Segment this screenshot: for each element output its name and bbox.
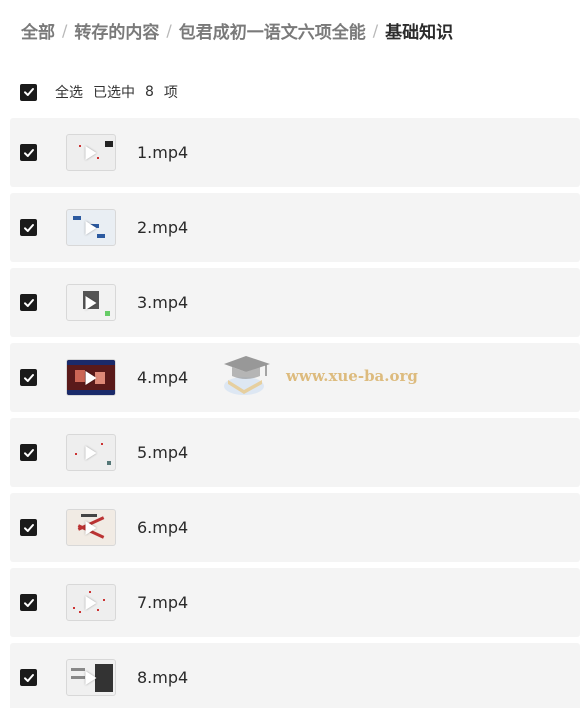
play-icon	[85, 595, 97, 610]
file-name[interactable]: 1.mp4	[137, 143, 188, 162]
file-checkbox[interactable]	[20, 669, 37, 686]
video-thumbnail[interactable]	[66, 584, 116, 621]
file-name[interactable]: 7.mp4	[137, 593, 188, 612]
checkmark-icon	[23, 223, 34, 232]
breadcrumb-item-all[interactable]: 全部	[21, 18, 55, 43]
file-checkbox[interactable]	[20, 444, 37, 461]
selected-count: 8	[145, 84, 154, 100]
file-name[interactable]: 4.mp4	[137, 368, 188, 387]
video-thumbnail[interactable]	[66, 509, 116, 546]
breadcrumb-separator: /	[62, 21, 68, 40]
checkmark-icon	[23, 88, 34, 96]
play-icon	[85, 520, 97, 535]
file-row[interactable]: 3.mp4	[10, 268, 580, 337]
file-name[interactable]: 2.mp4	[137, 218, 188, 237]
play-icon	[85, 445, 97, 460]
play-icon	[85, 370, 97, 385]
checkmark-icon	[23, 148, 34, 157]
file-name[interactable]: 5.mp4	[137, 443, 188, 462]
selected-prefix: 已选中	[93, 85, 135, 101]
breadcrumb-separator: /	[166, 21, 172, 40]
play-icon	[85, 220, 97, 235]
file-name[interactable]: 3.mp4	[137, 293, 188, 312]
checkmark-icon	[23, 673, 34, 682]
video-thumbnail[interactable]	[66, 359, 116, 396]
file-checkbox[interactable]	[20, 144, 37, 161]
checkmark-icon	[23, 598, 34, 607]
file-row[interactable]: 6.mp4	[10, 493, 580, 562]
video-thumbnail[interactable]	[66, 434, 116, 471]
checkmark-icon	[23, 298, 34, 307]
breadcrumb-separator: /	[372, 21, 379, 40]
select-all-label[interactable]: 全选	[55, 82, 83, 102]
breadcrumb-item-course[interactable]: 包君成初一语文六项全能	[179, 18, 366, 43]
breadcrumb: 全部 / 转存的内容 / 包君成初一语文六项全能 / 基础知识	[21, 18, 453, 43]
file-checkbox[interactable]	[20, 294, 37, 311]
checkmark-icon	[23, 523, 34, 532]
file-checkbox[interactable]	[20, 369, 37, 386]
file-list: 1.mp4 2.mp4 3.mp4 4.mp4 5.mp4 6.mp4 7.mp…	[10, 118, 580, 708]
file-row[interactable]: 7.mp4	[10, 568, 580, 637]
file-row[interactable]: 4.mp4	[10, 343, 580, 412]
file-name[interactable]: 8.mp4	[137, 668, 188, 687]
checkmark-icon	[23, 373, 34, 382]
breadcrumb-current: 基础知识	[385, 23, 454, 43]
file-checkbox[interactable]	[20, 219, 37, 236]
video-thumbnail[interactable]	[66, 209, 116, 246]
file-row[interactable]: 2.mp4	[10, 193, 580, 262]
play-icon	[85, 670, 97, 685]
breadcrumb-item-saved[interactable]: 转存的内容	[74, 18, 159, 43]
file-checkbox[interactable]	[20, 519, 37, 536]
file-row[interactable]: 5.mp4	[10, 418, 580, 487]
file-browser: 全部 / 转存的内容 / 包君成初一语文六项全能 / 基础知识 全选 已选中 8…	[0, 0, 580, 708]
file-name[interactable]: 6.mp4	[137, 518, 188, 537]
video-thumbnail[interactable]	[66, 284, 116, 321]
select-all-row: 全选 已选中 8 项	[20, 82, 178, 102]
video-thumbnail[interactable]	[66, 659, 116, 696]
play-icon	[85, 295, 97, 310]
play-icon	[85, 145, 97, 160]
select-all-checkbox[interactable]	[20, 83, 37, 101]
file-row[interactable]: 8.mp4	[10, 643, 580, 708]
file-row[interactable]: 1.mp4	[10, 118, 580, 187]
file-checkbox[interactable]	[20, 594, 37, 611]
video-thumbnail[interactable]	[66, 134, 116, 171]
checkmark-icon	[23, 448, 34, 457]
selected-suffix: 项	[163, 85, 178, 101]
